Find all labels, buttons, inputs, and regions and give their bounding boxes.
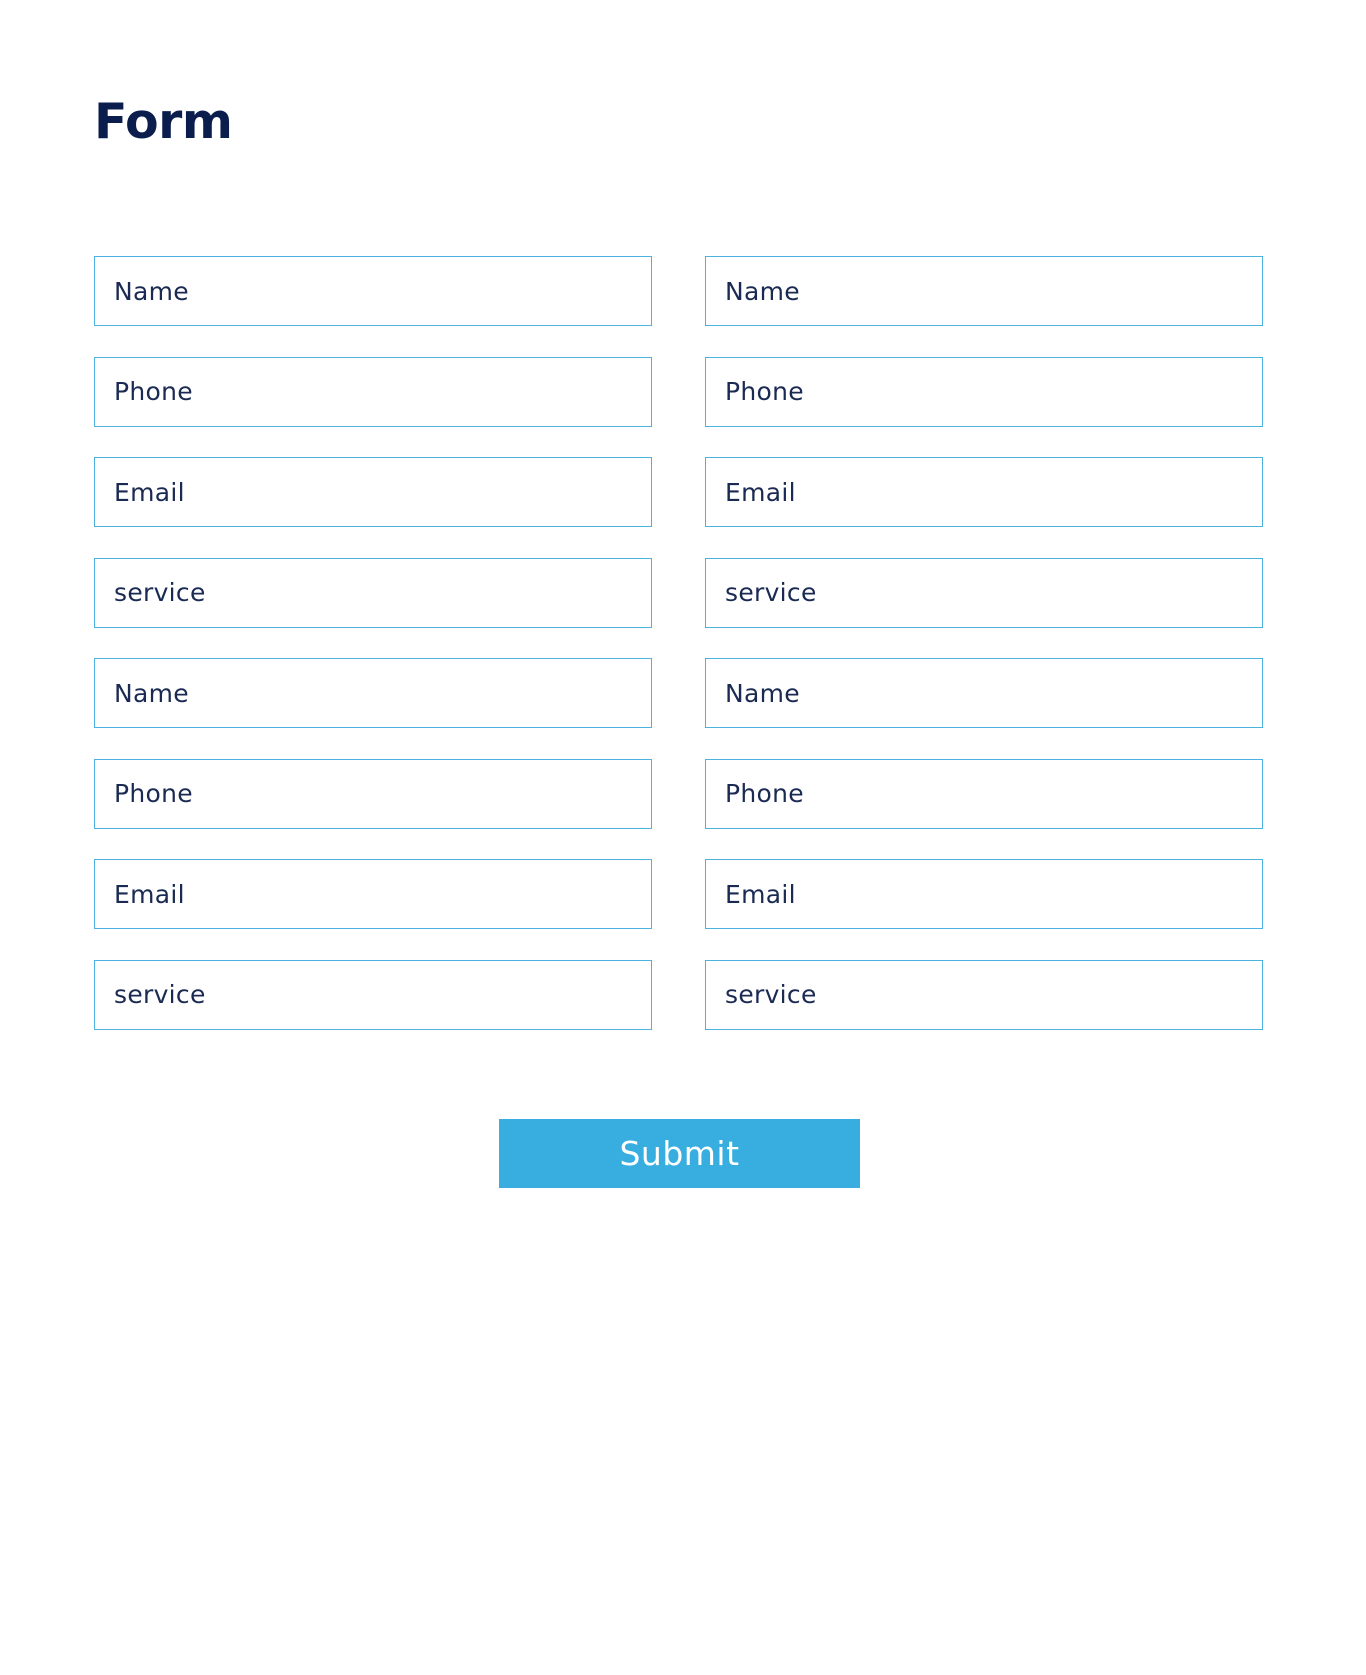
field-placeholder: Name xyxy=(114,276,189,306)
service-field[interactable]: service xyxy=(705,959,1263,1030)
name-field[interactable]: Name xyxy=(94,658,652,728)
page-title: Form xyxy=(94,93,233,150)
submit-button[interactable]: Submit xyxy=(499,1119,860,1188)
field-placeholder: Name xyxy=(725,678,800,708)
service-field[interactable]: service xyxy=(705,557,1263,628)
name-field[interactable]: Name xyxy=(705,256,1263,326)
service-field[interactable]: service xyxy=(94,959,652,1030)
field-placeholder: service xyxy=(725,578,817,607)
phone-field[interactable]: Phone xyxy=(705,758,1263,829)
service-field[interactable]: service xyxy=(94,557,652,628)
email-field[interactable]: Email xyxy=(705,457,1263,527)
name-field[interactable]: Name xyxy=(94,256,652,326)
field-placeholder: Email xyxy=(114,477,185,507)
field-placeholder: service xyxy=(114,980,206,1009)
form-fields-grid: Name Name Phone Phone Email Email servic… xyxy=(94,256,1263,1030)
phone-field[interactable]: Phone xyxy=(94,356,652,427)
field-placeholder: Phone xyxy=(725,779,804,808)
field-placeholder: Name xyxy=(114,678,189,708)
field-placeholder: Phone xyxy=(114,377,193,406)
field-placeholder: service xyxy=(114,578,206,607)
field-placeholder: Email xyxy=(114,879,185,909)
field-placeholder: Email xyxy=(725,879,796,909)
email-field[interactable]: Email xyxy=(705,859,1263,929)
phone-field[interactable]: Phone xyxy=(705,356,1263,427)
field-placeholder: Phone xyxy=(114,779,193,808)
field-placeholder: Name xyxy=(725,276,800,306)
name-field[interactable]: Name xyxy=(705,658,1263,728)
email-field[interactable]: Email xyxy=(94,859,652,929)
field-placeholder: service xyxy=(725,980,817,1009)
email-field[interactable]: Email xyxy=(94,457,652,527)
field-placeholder: Email xyxy=(725,477,796,507)
field-placeholder: Phone xyxy=(725,377,804,406)
phone-field[interactable]: Phone xyxy=(94,758,652,829)
